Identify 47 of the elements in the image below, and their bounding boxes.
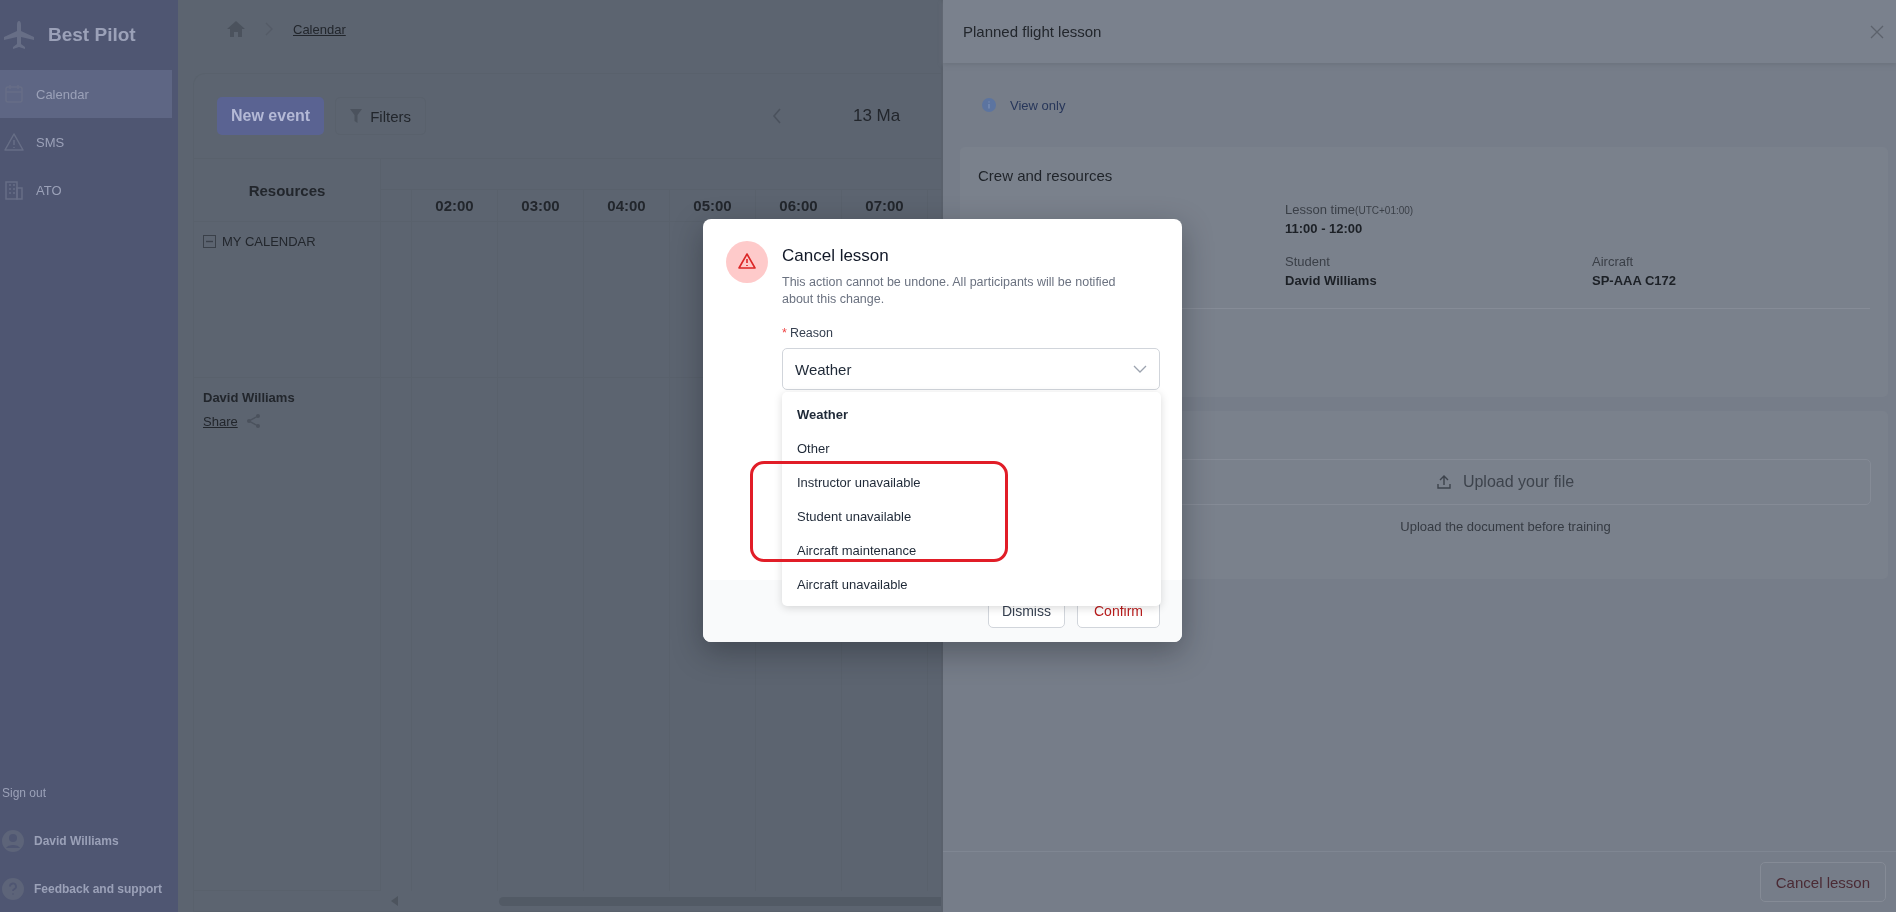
warning-icon	[4, 132, 24, 152]
feedback-link[interactable]: Feedback and support	[34, 882, 163, 896]
hour-label: 05:00	[693, 197, 732, 214]
field-value: David Williams	[1285, 273, 1378, 288]
hour-label: 03:00	[521, 197, 560, 214]
field-value: 11:00 - 12:00	[1285, 221, 1364, 236]
new-event-button[interactable]: New event	[217, 97, 325, 135]
reason-select[interactable]: Weather	[782, 348, 1160, 390]
dialog-description: This action cannot be undone. All participants will be notified about this change.	[782, 274, 1117, 308]
field-label: Reason	[789, 326, 833, 340]
hour-label: 04:00	[607, 197, 646, 214]
nav-item[interactable]: SMS	[0, 118, 172, 166]
cancel-lesson-button[interactable]: Cancel lesson	[1759, 862, 1886, 902]
user-name[interactable]: David Williams	[34, 834, 119, 848]
warning-icon	[726, 241, 768, 283]
nav-item[interactable]: ATO	[0, 166, 172, 214]
dropdown-option[interactable]: Aircraft maintenance	[782, 533, 1161, 567]
sign-out-link[interactable]: Sign out	[2, 786, 178, 800]
current-date: 13 Ma	[853, 106, 901, 126]
hour-label: 02:00	[435, 197, 474, 214]
notice-text: View only	[1010, 97, 1066, 113]
group-label: MY CALENDAR	[222, 234, 316, 249]
field-label: Aircraft	[1592, 254, 1635, 269]
nav-item[interactable]: Calendar	[0, 70, 172, 118]
drawer-title: Planned flight lesson	[963, 23, 1102, 40]
resource-name: David Williams	[203, 390, 296, 405]
field-label: Student	[1285, 254, 1331, 269]
close-icon[interactable]	[1870, 24, 1884, 39]
dialog-title: Cancel lesson	[782, 246, 890, 266]
app-logo-text: Best Pilot	[48, 24, 136, 46]
breadcrumb-link[interactable]: Calendar	[293, 21, 346, 37]
upload-hint: Upload the document before training	[1400, 519, 1611, 534]
field-label: Lesson time(UTC+01:00)	[1285, 202, 1415, 217]
required-mark: *	[782, 326, 787, 340]
dropdown-option[interactable]: Weather	[782, 397, 1161, 431]
column-header: Resources	[194, 159, 381, 222]
share-link[interactable]: Share	[203, 413, 238, 429]
filters-button[interactable]: Filters	[335, 97, 426, 135]
section-title: Crew and resources	[978, 167, 1114, 184]
field-value: SP-AAA C172	[1592, 273, 1678, 288]
chevron-down-icon	[1133, 365, 1147, 373]
collapse-icon[interactable]	[203, 235, 216, 248]
airplane-icon	[2, 20, 36, 50]
hour-label: 06:00	[779, 197, 818, 214]
hour-label: 07:00	[865, 197, 904, 214]
info-icon	[982, 98, 996, 112]
upload-icon	[1436, 475, 1451, 489]
